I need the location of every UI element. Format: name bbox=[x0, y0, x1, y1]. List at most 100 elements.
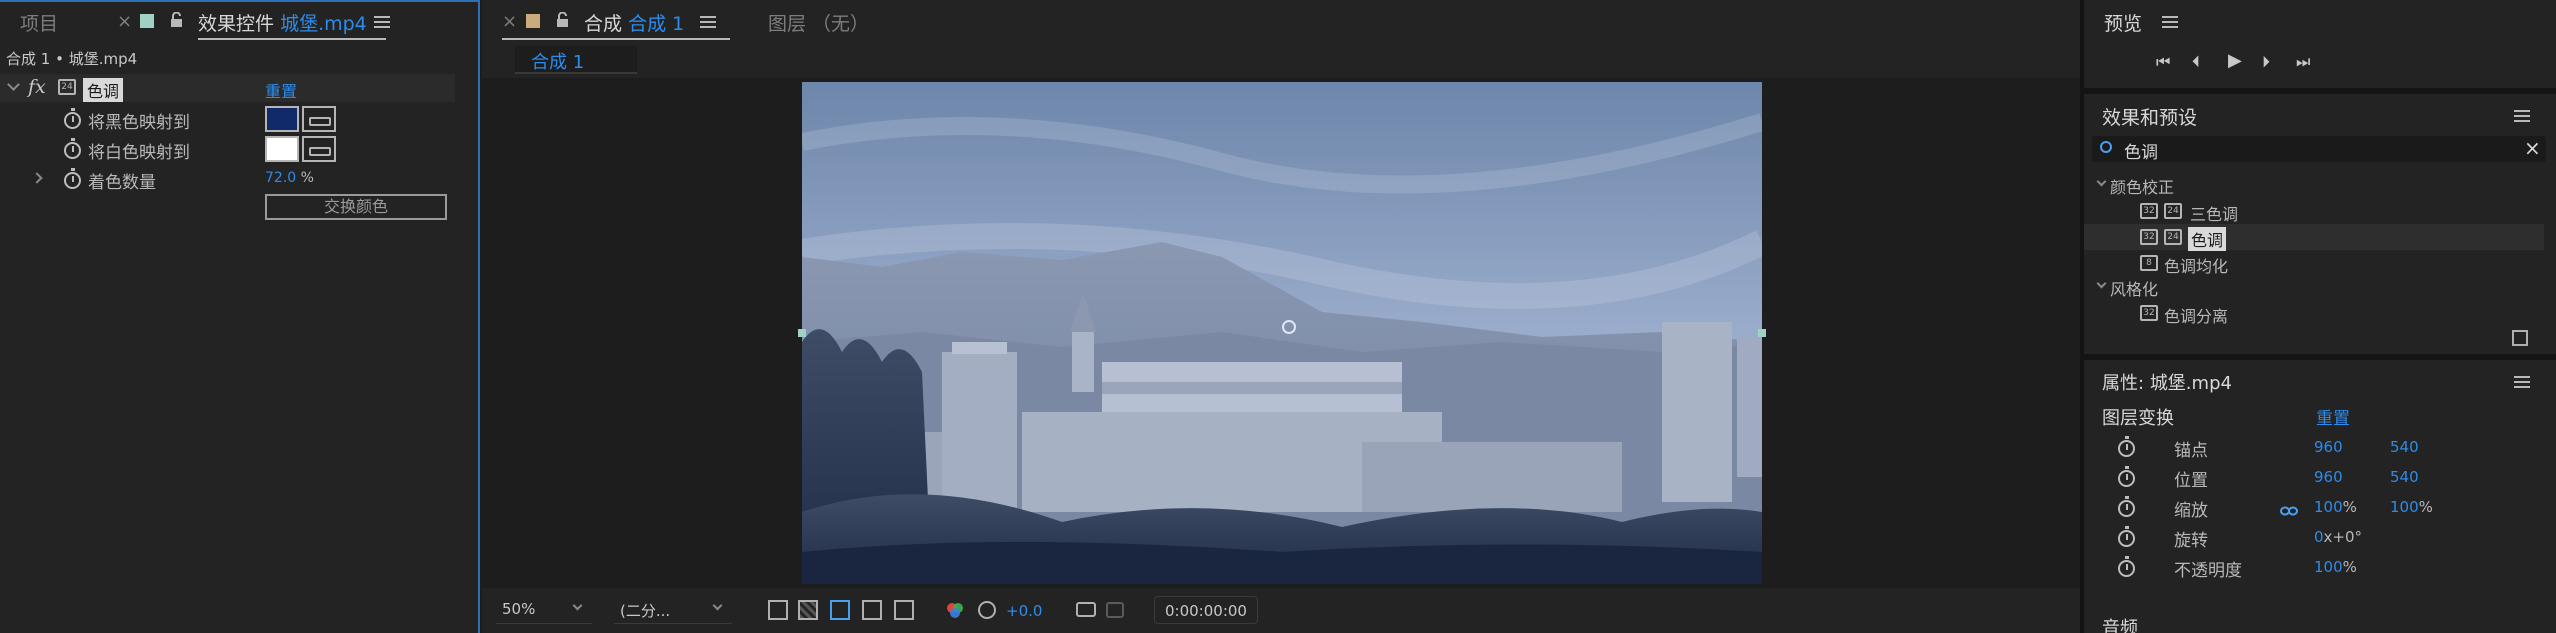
position-x-value[interactable]: 960 bbox=[2314, 468, 2343, 486]
fx-toggle-icon[interactable]: fx bbox=[28, 76, 46, 98]
expand-chevron-icon[interactable] bbox=[31, 172, 43, 184]
layer-handle-left[interactable] bbox=[798, 329, 806, 337]
effect-row[interactable]: fx 24 色调 重置 bbox=[0, 74, 455, 102]
panel-menu-icon[interactable] bbox=[374, 16, 390, 28]
camera-snapshot-icon[interactable] bbox=[1076, 602, 1096, 617]
anchor-point-icon[interactable] bbox=[1282, 320, 1296, 334]
layer-transform-heading: 图层变换 bbox=[2102, 408, 2174, 429]
close-icon[interactable]: × bbox=[117, 11, 132, 32]
preview-panel: 预览 ⏮ ⏴ ▶ ⏵ ⏭ bbox=[2084, 0, 2556, 88]
stopwatch-icon[interactable] bbox=[64, 168, 81, 189]
prop-label: 缩放 bbox=[2174, 501, 2208, 521]
reset-exposure-icon[interactable] bbox=[978, 601, 996, 619]
expand-chevron-icon[interactable] bbox=[7, 78, 20, 91]
prop-label: 将白色映射到 bbox=[88, 143, 190, 163]
grid-guides-icon[interactable] bbox=[894, 600, 914, 620]
stopwatch-icon[interactable] bbox=[64, 108, 81, 129]
effects-group[interactable]: 风格化 bbox=[2110, 276, 2158, 300]
prop-label: 锚点 bbox=[2174, 441, 2208, 461]
stopwatch-icon[interactable] bbox=[2118, 526, 2135, 547]
white-color-swatch[interactable] bbox=[265, 136, 299, 162]
effect-item-label: 色调分离 bbox=[2164, 307, 2229, 326]
next-frame-icon[interactable]: ⏵ bbox=[2262, 52, 2270, 72]
expand-chevron-icon[interactable] bbox=[2096, 176, 2107, 187]
tab-project[interactable]: 项目 bbox=[20, 9, 58, 36]
prop-row-rotation: 旋转 0x+0° bbox=[2084, 522, 2556, 552]
eyedropper-icon[interactable] bbox=[302, 106, 336, 132]
scale-y-number: 100 bbox=[2390, 498, 2419, 516]
resolution-dropdown[interactable]: (二分... bbox=[614, 596, 732, 624]
effect-preset-icon: 24 bbox=[58, 79, 76, 95]
close-icon[interactable]: × bbox=[502, 11, 517, 32]
new-preset-icon[interactable] bbox=[2512, 330, 2528, 346]
effect-item[interactable]: 32 24 三色调 bbox=[2084, 198, 2544, 224]
tab-layer[interactable]: 图层 （无） bbox=[768, 9, 869, 36]
expand-chevron-icon[interactable] bbox=[2096, 278, 2107, 289]
zoom-value: 50% bbox=[502, 600, 536, 618]
comp-breadcrumb-tab[interactable]: 合成 1 bbox=[515, 46, 637, 74]
lock-icon[interactable] bbox=[170, 11, 183, 28]
region-of-interest-icon[interactable] bbox=[862, 600, 882, 620]
tab-composition[interactable]: 合成 合成 1 bbox=[584, 9, 684, 36]
effect-name[interactable]: 色调 bbox=[83, 78, 124, 102]
stopwatch-icon[interactable] bbox=[2118, 496, 2135, 517]
opacity-value[interactable]: 100% bbox=[2314, 558, 2357, 576]
stopwatch-icon[interactable] bbox=[2118, 466, 2135, 487]
fast-preview-icon[interactable] bbox=[768, 600, 788, 620]
position-y-value[interactable]: 540 bbox=[2390, 468, 2419, 486]
rotation-value[interactable]: 0x+0° bbox=[2314, 528, 2362, 546]
tint-amount-number: 72.0 bbox=[265, 170, 297, 186]
prev-frame-icon[interactable]: ⏴ bbox=[2192, 52, 2200, 72]
layer-handle-right[interactable] bbox=[1758, 329, 1766, 337]
stopwatch-icon[interactable] bbox=[64, 138, 81, 159]
effect-reset-link[interactable]: 重置 bbox=[265, 78, 297, 102]
play-icon[interactable]: ▶ bbox=[2228, 50, 2242, 71]
stopwatch-icon[interactable] bbox=[2118, 556, 2135, 577]
black-color-swatch[interactable] bbox=[265, 106, 299, 132]
video-frame[interactable] bbox=[802, 82, 1762, 584]
scale-x-value[interactable]: 100% bbox=[2314, 498, 2357, 516]
tab-active-underline bbox=[198, 38, 386, 40]
panel-menu-icon[interactable] bbox=[2162, 16, 2178, 28]
constrain-proportions-icon[interactable] bbox=[2280, 501, 2298, 516]
effect-item-selected[interactable]: 32 24 色调 bbox=[2084, 224, 2544, 251]
show-snapshot-icon[interactable] bbox=[1106, 602, 1124, 618]
last-frame-icon[interactable]: ⏭ bbox=[2296, 52, 2310, 72]
effect-preset-icon: 24 bbox=[2164, 203, 2182, 219]
tab-effect-controls[interactable]: 效果控件 城堡.mp4 bbox=[198, 9, 367, 36]
comp-viewer[interactable] bbox=[482, 78, 2082, 588]
effect-item[interactable]: 32 色调分离 bbox=[2084, 300, 2544, 326]
properties-title-prefix: 属性: bbox=[2102, 373, 2145, 394]
eyedropper-icon[interactable] bbox=[302, 136, 336, 162]
effects-search-box[interactable]: 色调 × bbox=[2092, 136, 2546, 163]
tint-amount-value[interactable]: 72.0 % bbox=[265, 170, 314, 186]
swap-colors-button[interactable]: 交换颜色 bbox=[265, 194, 447, 220]
anchor-x-value[interactable]: 960 bbox=[2314, 438, 2343, 456]
transparency-grid-icon[interactable] bbox=[798, 600, 818, 620]
timecode-value: 0:00:00:00 bbox=[1165, 602, 1247, 620]
effects-group[interactable]: 颜色校正 bbox=[2110, 174, 2174, 198]
transform-reset-link[interactable]: 重置 bbox=[2316, 404, 2350, 429]
effect-type-icon: 32 bbox=[2140, 305, 2158, 321]
tab-comp-name: 合成 1 bbox=[628, 13, 685, 35]
panel-menu-icon[interactable] bbox=[2514, 110, 2530, 122]
scale-y-value[interactable]: 100% bbox=[2390, 498, 2433, 516]
panel-menu-icon[interactable] bbox=[2514, 376, 2530, 388]
effect-item[interactable]: 8 色调均化 bbox=[2084, 250, 2544, 276]
audio-heading: 音频 bbox=[2102, 618, 2138, 633]
timecode-field[interactable]: 0:00:00:00 bbox=[1154, 596, 1258, 624]
first-frame-icon[interactable]: ⏮ bbox=[2156, 52, 2170, 72]
castle-footage-image bbox=[802, 82, 1762, 584]
comp-tabbar: × 合成 合成 1 图层 （无） bbox=[482, 0, 2082, 44]
lock-icon[interactable] bbox=[556, 11, 569, 28]
channel-rgb-icon[interactable] bbox=[946, 601, 964, 619]
exposure-value[interactable]: +0.0 bbox=[1006, 602, 1042, 620]
zoom-dropdown[interactable]: 50% bbox=[496, 596, 592, 624]
anchor-y-value[interactable]: 540 bbox=[2390, 438, 2419, 456]
search-input[interactable]: 色调 bbox=[2124, 138, 2158, 163]
clear-search-icon[interactable]: × bbox=[2524, 136, 2541, 160]
mask-path-icon[interactable] bbox=[830, 600, 850, 620]
color-label-icon bbox=[140, 14, 154, 28]
stopwatch-icon[interactable] bbox=[2118, 436, 2135, 457]
panel-menu-icon[interactable] bbox=[700, 16, 716, 28]
